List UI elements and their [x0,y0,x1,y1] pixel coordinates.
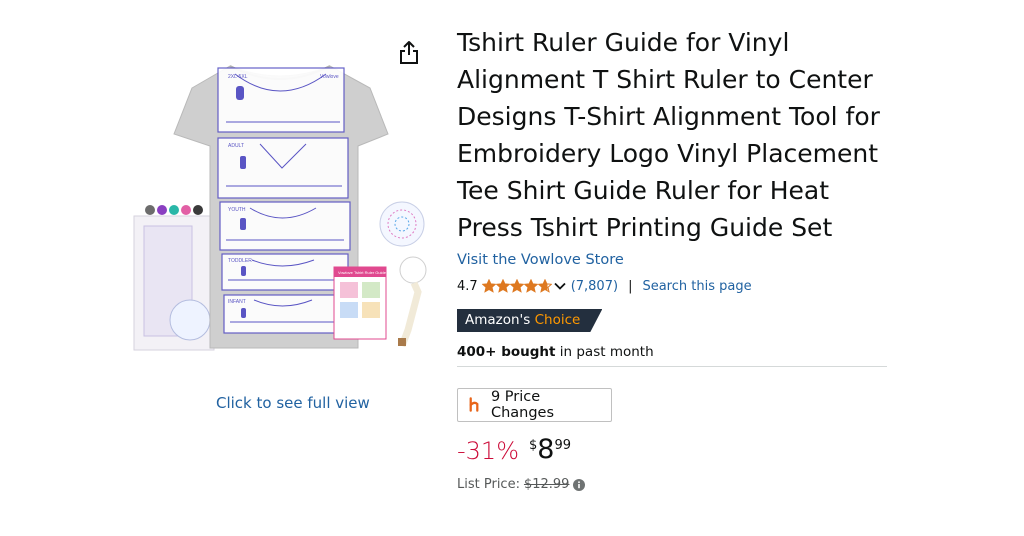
discount-percent: -31% [457,437,520,465]
ruler-label-toddler: TODDLER [228,258,252,264]
info-icon[interactable] [573,478,586,491]
ruler-label-infant: INFANT [228,299,246,305]
list-price-label: List Price: [457,477,520,492]
price-tracker-icon [469,397,479,412]
ruler-label-adult: ADULT [228,143,244,149]
rating-row: 4.7 (7,807) | Search this page [457,277,887,295]
ruler-brand: Vowlove [320,74,339,80]
list-price-value: $12.99 [523,477,570,492]
star-icon [509,279,524,293]
product-main-image[interactable]: 2XL-5XL ADULT YOUTH TODDLER INFANT Vowlo… [130,30,430,360]
divider [457,366,887,367]
star-icon [495,279,510,293]
ruler-label-2xl: 2XL-5XL [228,74,248,80]
badge-prefix: Amazon's [465,312,531,328]
star-icon [523,279,538,293]
search-page-link[interactable]: Search this page [642,279,751,294]
instruction-card-image: Vowlove Tshirt Ruler Guide [333,266,387,340]
price-changes-button[interactable]: 9 Price Changes [457,388,612,422]
chevron-down-icon[interactable] [553,279,567,293]
separator: | [628,278,633,294]
product-image-gallery[interactable]: 2XL-5XL ADULT YOUTH TODDLER INFANT Vowlo… [130,30,430,360]
store-link[interactable]: Visit the Vowlove Store [457,252,887,268]
price-fraction: 99 [554,438,572,453]
star-icon [537,279,552,293]
badge-highlight: Choice [534,312,581,328]
rating-value: 4.7 [457,278,478,294]
price-row: -31% $ 8 99 [457,434,887,468]
current-price: $ 8 99 [529,434,571,466]
star-rating[interactable] [481,279,552,293]
bought-bold: 400+ bought [457,344,556,360]
star-icon [481,279,496,293]
product-info: Tshirt Ruler Guide for Vinyl Alignment T… [457,24,887,492]
price-changes-label: 9 Price Changes [490,389,555,421]
bought-rest: in past month [555,344,654,360]
price-currency: $ [529,438,538,453]
price-whole: 8 [537,434,555,465]
amazons-choice-badge[interactable]: Amazon's Choice [457,309,602,332]
ruler-label-youth: YOUTH [228,207,246,213]
bought-count: 400+ bought in past month [457,344,887,360]
product-title: Tshirt Ruler Guide for Vinyl Alignment T… [457,28,880,242]
see-full-view-link[interactable]: Click to see full view [216,394,370,412]
pin-wheel-image [379,201,425,247]
list-price: List Price: $12.99 [457,477,887,492]
accessory-pack-image [133,205,215,351]
review-count-link[interactable]: (7,807) [571,279,618,294]
share-icon[interactable] [398,40,420,66]
tape-measure-image [398,256,427,348]
card-title: Vowlove Tshirt Ruler Guide [338,270,387,275]
